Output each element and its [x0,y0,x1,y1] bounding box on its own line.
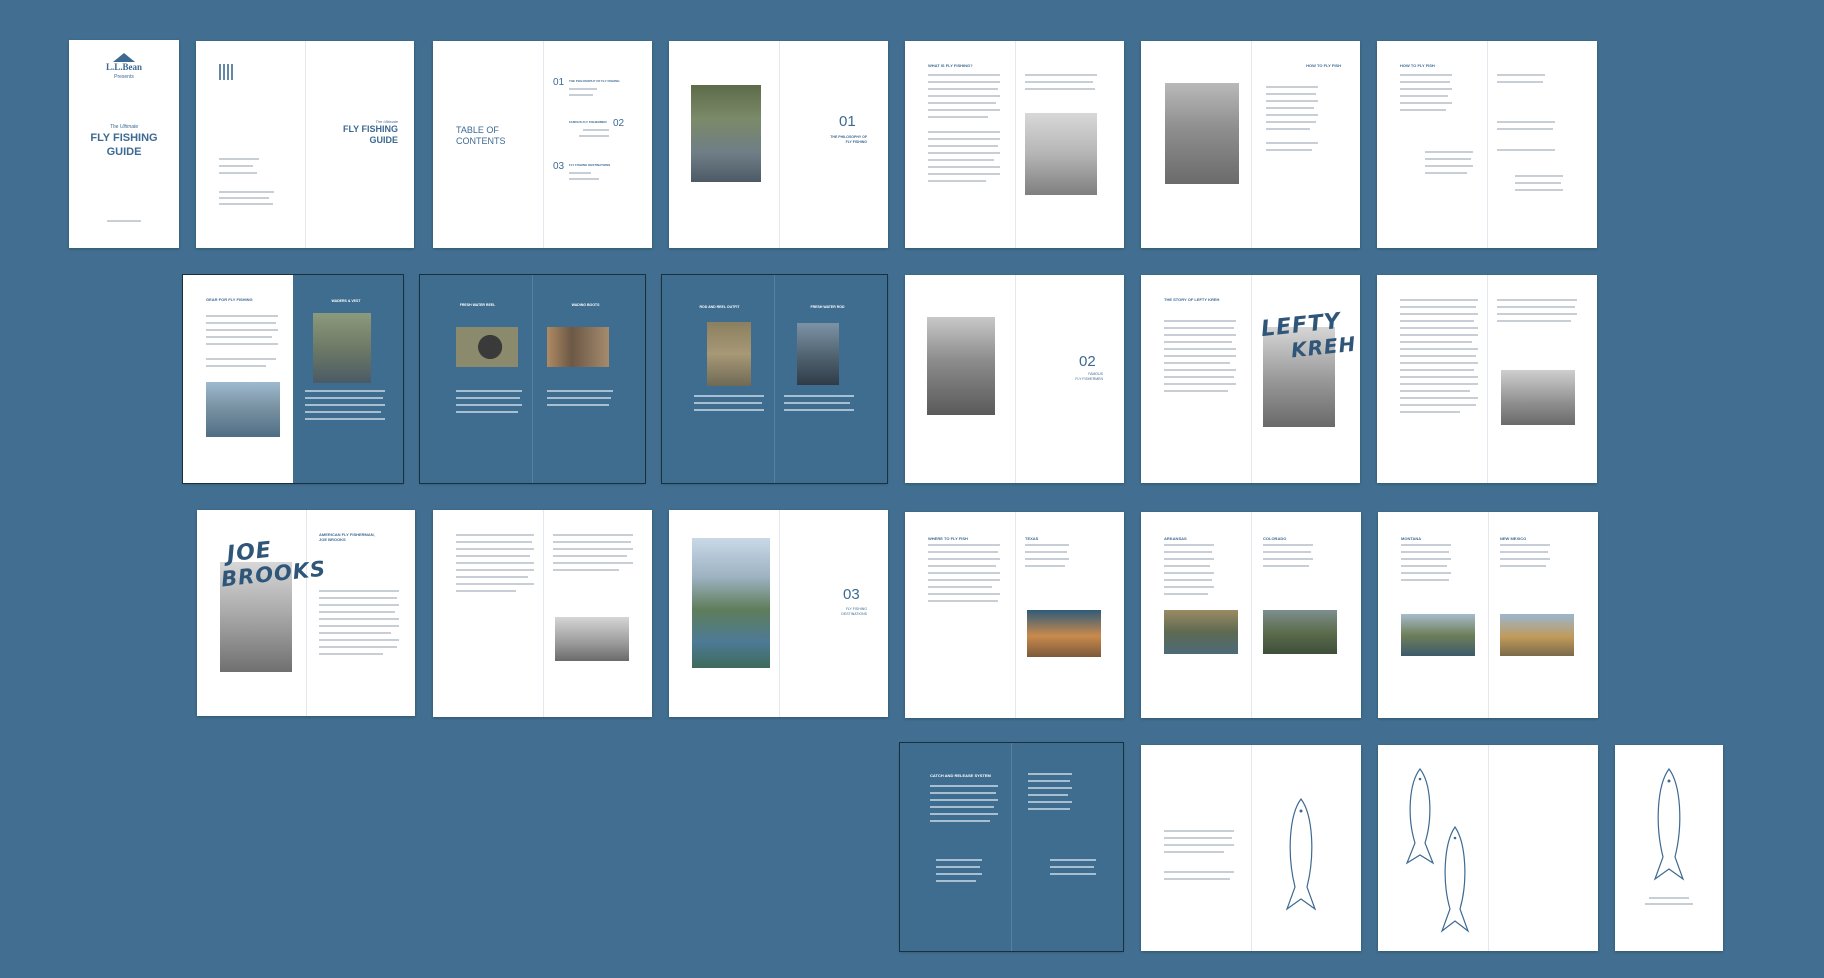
chapter-03-num: 03 [843,586,860,603]
photo-new-mexico [1500,614,1574,656]
toc-heading-line2: CONTENTS [456,136,506,146]
fish-spread-1[interactable] [1141,745,1361,951]
how-to-heading-2: HOW TO FLY FISH [1400,63,1435,68]
toc-entry-1-title: THE PHILOSOPHY OF FLY FISHING [569,79,620,83]
gear-spread[interactable]: GEAR FOR FLY FISHING WADERS & VEST [182,274,404,484]
chapter-02-spread[interactable]: 02 FAMOUS FLY FISHERMEN [905,275,1124,483]
chapter-01-spread[interactable]: 01 THE PHILOSOPHY OF FLY FISHING [669,41,888,248]
photo-texas-sunset [1027,610,1101,657]
qr-code-icon [219,64,235,80]
logo-mountain-icon [113,53,135,62]
photo-tetons-river [692,538,770,668]
title-line1: FLY FISHING [342,124,398,134]
photo-angler-lake [1165,83,1239,184]
montana-newmexico-spread[interactable]: MONTANA NEW MEXICO [1378,512,1598,718]
photo-colorado [1263,610,1337,654]
where-texas-spread[interactable]: WHERE TO FLY FISH TEXAS [905,512,1124,718]
chapter-02-num: 02 [1079,353,1096,370]
bass-illustration-icon [1405,768,1435,865]
texas-heading: TEXAS [1025,536,1039,541]
waders-heading: WADERS & VEST [331,299,361,303]
back-cover-fish-icon [1653,767,1685,881]
chapter-01-line2: FLY FISHING [845,140,867,144]
cover-presents: Presents [114,74,134,80]
photo-boots [547,327,609,367]
what-is-spread[interactable]: WHAT IS FLY FISHING? [905,41,1124,248]
joe-brooks-spread[interactable]: JOE BROOKS AMERICAN FLY FISHERMAN, JOE B… [197,510,415,716]
chapter-02-line2: FLY FISHERMEN [1075,377,1103,381]
title-spread[interactable]: The Ultimate FLY FISHING GUIDE [196,41,414,248]
what-is-heading: WHAT IS FLY FISHING? [928,63,973,68]
photo-waders [313,313,371,383]
cover-page[interactable]: L.L.Bean Presents The Ultimate FLY FISHI… [69,40,179,248]
chapter-03-spread[interactable]: 03 FLY FISHING DESTINATIONS [669,510,888,717]
brand-logo: L.L.Bean [105,62,142,72]
photo-montana [1401,614,1475,656]
trout-illustration-icon [1285,797,1317,911]
toc-entry-2-num: 02 [613,118,625,129]
cover-ultimate: The Ultimate [109,124,139,130]
montana-heading: MONTANA [1401,536,1422,541]
colorado-heading: COLORADO [1263,536,1287,541]
toc-entry-3-title: FLY FISHING DESTINATIONS [569,163,611,167]
salmon-illustration-icon [1440,825,1470,933]
lefty-continued-spread[interactable] [1377,275,1597,483]
title-line2: GUIDE [369,135,398,145]
how-to-spread-2[interactable]: HOW TO FLY FISH [1377,41,1597,248]
gear-heading: GEAR FOR FLY FISHING [206,297,253,302]
photo-fresh-rod [797,323,839,385]
how-to-heading-1: HOW TO FLY FISH [1306,63,1341,68]
rod-heading-a: ROD AND REEL OUTFIT [699,305,740,309]
toc-heading-line1: TABLE OF [456,125,499,135]
toc-entry-1-num: 01 [553,77,565,88]
cover-title-line2: GUIDE [106,146,142,158]
reel-heading-a: FRESH WATER REEL [459,303,496,307]
reel-heading-b: WADING BOOTS [571,303,600,307]
cover-footer-line [107,220,141,222]
photo-mountain-lake [206,382,280,437]
photo-angler-river [691,85,761,182]
photo-lefty-fish-bw [1501,370,1575,425]
chapter-02-line1: FAMOUS [1088,372,1103,376]
fish-spread-2[interactable] [1378,745,1598,951]
toc-spread[interactable]: TABLE OF CONTENTS 01 THE PHILOSOPHY OF F… [433,41,652,248]
cover-title-line1: FLY FISHING [90,132,158,144]
lefty-heading: THE STORY OF LEFTY KREH [1164,297,1220,302]
photo-arkansas [1164,610,1238,654]
how-to-spread-1[interactable]: HOW TO FLY FISH [1141,41,1360,248]
photo-reel [456,327,518,367]
new-mexico-heading: NEW MEXICO [1500,536,1527,541]
chapter-01-num: 01 [839,113,856,130]
back-cover[interactable] [1615,745,1723,951]
joe-continued-spread[interactable] [433,510,652,717]
reel-spread[interactable]: FRESH WATER REEL WADING BOOTS [419,274,646,484]
joe-heading: AMERICAN FLY FISHERMAN, JOE BROOKS [319,532,375,542]
rod-heading-b: FRESH WATER ROD [810,305,845,309]
catch-release-heading: CATCH AND RELEASE SYSTEM [930,773,991,778]
chapter-03-line2: DESTINATIONS [841,612,867,616]
photo-rod-outfit [707,322,751,386]
photo-casting-bw [1025,113,1097,195]
chapter-01-line1: THE PHILOSOPHY OF [830,135,867,139]
arkansas-heading: ARKANSAS [1164,536,1187,541]
lefty-kreh-spread[interactable]: THE STORY OF LEFTY KREH LEFTY KREH [1141,275,1360,483]
toc-entry-2-title: FAMOUS FLY FISHERMEN [569,120,607,124]
photo-fishermen-bw [927,317,995,415]
where-heading: WHERE TO FLY FISH [928,536,968,541]
toc-entry-3-num: 03 [553,161,565,172]
rod-spread[interactable]: ROD AND REEL OUTFIT FRESH WATER ROD [661,274,888,484]
arkansas-colorado-spread[interactable]: ARKANSAS COLORADO [1141,512,1361,718]
chapter-03-line1: FLY FISHING [845,607,867,611]
catch-release-spread[interactable]: CATCH AND RELEASE SYSTEM [899,742,1124,952]
photo-joe-portrait-bw [555,617,629,661]
